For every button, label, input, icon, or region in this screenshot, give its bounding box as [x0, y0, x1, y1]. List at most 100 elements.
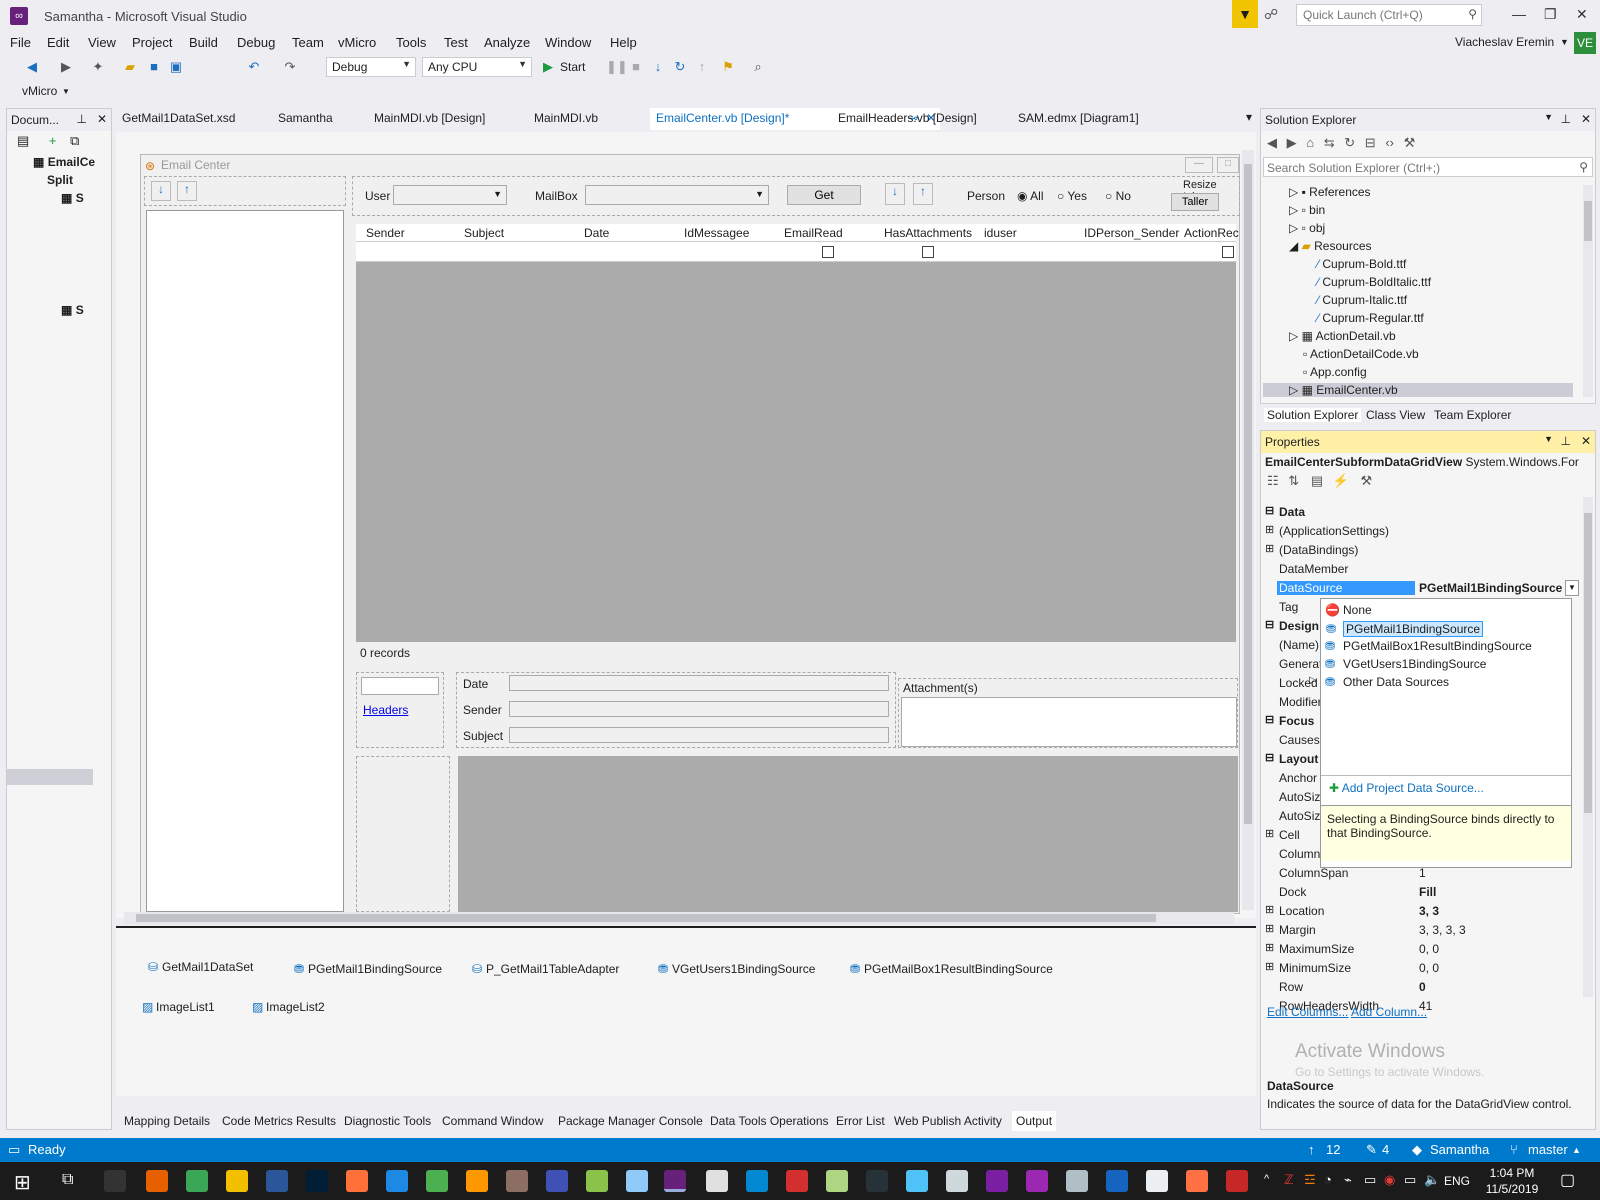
- column-header[interactable]: HasAttachments: [884, 226, 972, 240]
- column-header[interactable]: Sender: [366, 226, 405, 240]
- property-value[interactable]: 0, 0: [1419, 942, 1439, 956]
- arrow-up-icon[interactable]: ↑: [1308, 1142, 1315, 1157]
- configuration-select[interactable]: Debug ▼: [326, 57, 416, 77]
- close-icon[interactable]: ✕: [97, 112, 107, 126]
- radio-no[interactable]: ○ No: [1105, 189, 1131, 203]
- tree-item[interactable]: ⁄ Cuprum-Regular.ttf: [1317, 311, 1424, 325]
- app-icon[interactable]: [1186, 1170, 1208, 1192]
- volume-icon[interactable]: 🔈: [1424, 1172, 1440, 1188]
- form-minimize-button[interactable]: —: [1185, 157, 1213, 173]
- chevron-down-icon[interactable]: ▼: [1544, 434, 1553, 444]
- datasource-dropdown[interactable]: ⛔ None ⛃ PGetMail1BindingSource ⛃ PGetMailB…: [1309, 598, 1572, 868]
- new-project-icon[interactable]: ✦: [90, 59, 106, 75]
- categorized-icon[interactable]: ☷: [1267, 473, 1279, 488]
- tree-item[interactable]: ⁄ Cuprum-Italic.ttf: [1317, 293, 1407, 307]
- expand-icon[interactable]: ⊞: [1265, 903, 1274, 916]
- collapse-icon[interactable]: ⊟: [1265, 504, 1274, 517]
- sender-field[interactable]: [509, 701, 889, 717]
- property-row[interactable]: ⊞ MinimumSize 0, 0: [1261, 959, 1581, 978]
- save-all-icon[interactable]: ▣: [168, 59, 184, 75]
- menu-build[interactable]: Build: [189, 35, 218, 50]
- property-row[interactable]: ⊞ (DataBindings): [1261, 541, 1581, 560]
- tab-team-explorer[interactable]: Team Explorer: [1434, 408, 1511, 422]
- stop-icon[interactable]: ■: [628, 59, 644, 75]
- option-pgetmail1bindingsource[interactable]: ⛃ PGetMail1BindingSource: [1326, 621, 1484, 637]
- outline-item[interactable]: ▦ S: [61, 303, 84, 317]
- tab-sam-edmx[interactable]: SAM.edmx [Diagram1]: [1012, 108, 1145, 130]
- add-project-data-source-link[interactable]: ✚ Add Project Data Source...: [1329, 781, 1484, 795]
- taller-button[interactable]: Taller: [1171, 193, 1219, 211]
- collapse-icon[interactable]: ⊟: [1265, 751, 1274, 764]
- repo-icon[interactable]: ◆: [1412, 1142, 1422, 1158]
- bookmark-icon[interactable]: ⚑: [720, 59, 736, 75]
- menu-analyze[interactable]: Analyze: [484, 35, 530, 50]
- file-explorer-icon[interactable]: [226, 1170, 248, 1192]
- terminal-icon[interactable]: [104, 1170, 126, 1192]
- tray-item[interactable]: ⛁ P_GetMail1TableAdapter: [472, 962, 619, 976]
- sync-icon[interactable]: ⇆: [1324, 135, 1335, 150]
- outline-item[interactable]: ▦ S: [61, 191, 84, 205]
- body-grid[interactable]: [458, 756, 1238, 912]
- platform-select[interactable]: Any CPU ▼: [422, 57, 532, 77]
- radio-all[interactable]: ◉ All: [1017, 189, 1044, 203]
- app-icon[interactable]: [426, 1170, 448, 1192]
- get-button[interactable]: Get: [787, 185, 861, 205]
- tree-item[interactable]: ▫ App.config: [1303, 365, 1367, 379]
- project-name[interactable]: Samantha: [1430, 1142, 1489, 1157]
- find-icon[interactable]: ⌕: [750, 59, 766, 75]
- collapse-icon[interactable]: ⊟: [1265, 713, 1274, 726]
- app-icon[interactable]: [1106, 1170, 1128, 1192]
- close-icon[interactable]: ✕: [1581, 434, 1591, 448]
- mailbox-select[interactable]: ▼: [585, 185, 769, 205]
- app-icon[interactable]: [466, 1170, 488, 1192]
- radio-yes[interactable]: ○ Yes: [1057, 189, 1087, 203]
- vmicro-dropdown[interactable]: vMicro: [22, 84, 57, 98]
- menu-project[interactable]: Project: [132, 35, 172, 50]
- monitor-icon[interactable]: ▭: [1404, 1172, 1416, 1188]
- chrome-icon[interactable]: [186, 1170, 208, 1192]
- visual-studio-icon[interactable]: [664, 1170, 686, 1192]
- property-value[interactable]: Fill: [1419, 885, 1436, 899]
- refresh-icon[interactable]: ↻: [1344, 135, 1355, 150]
- option-pgetmailbox1resultbindingsource[interactable]: ⛃ PGetMailBox1ResultBindingSource: [1325, 639, 1532, 653]
- tab-output[interactable]: Output: [1012, 1111, 1057, 1131]
- object-selector[interactable]: EmailCenterSubformDataGridView System.Wi…: [1265, 455, 1591, 469]
- property-row[interactable]: ⊞ Margin 3, 3, 3, 3: [1261, 921, 1581, 940]
- tab-web-publish[interactable]: Web Publish Activity: [894, 1114, 1002, 1128]
- solution-search-input[interactable]: Search Solution Explorer (Ctrl+;) ⚲: [1263, 157, 1593, 177]
- code-icon[interactable]: ‹›: [1385, 135, 1394, 150]
- vertical-scrollbar[interactable]: [1583, 497, 1593, 997]
- column-header[interactable]: ActionRec: [1184, 226, 1239, 240]
- column-header[interactable]: EmailRead: [784, 226, 843, 240]
- tray-app-icon[interactable]: ℤ: [1284, 1172, 1294, 1188]
- search-icon[interactable]: ⚲: [1468, 7, 1477, 21]
- menu-vmicro[interactable]: vMicro: [338, 35, 376, 50]
- app-icon[interactable]: [266, 1170, 288, 1192]
- tree-item[interactable]: ◢ ▰ Resources: [1289, 239, 1372, 253]
- task-view-icon[interactable]: ⧉: [62, 1171, 73, 1189]
- pin-icon[interactable]: ⊥: [77, 112, 87, 126]
- tray-item[interactable]: ⛃ PGetMail1BindingSource: [294, 962, 442, 976]
- tab-diagnostic-tools[interactable]: Diagnostic Tools: [344, 1114, 431, 1128]
- property-row[interactable]: Dock Fill: [1261, 883, 1581, 902]
- form-maximize-button[interactable]: □: [1217, 157, 1239, 173]
- app-icon[interactable]: [546, 1170, 568, 1192]
- app-icon[interactable]: [506, 1170, 528, 1192]
- close-button[interactable]: ✕: [1576, 6, 1588, 23]
- expand-icon[interactable]: ⊞: [1265, 827, 1274, 840]
- emailread-checkbox[interactable]: [822, 246, 834, 258]
- opera-icon[interactable]: [786, 1170, 808, 1192]
- tab-data-tools[interactable]: Data Tools Operations: [710, 1114, 829, 1128]
- tray-app-icon[interactable]: ◉: [1384, 1172, 1395, 1188]
- headers-link[interactable]: Headers: [363, 703, 408, 717]
- app-icon[interactable]: [586, 1170, 608, 1192]
- collapse-icon[interactable]: ⊟: [1265, 618, 1274, 631]
- tab-package-manager[interactable]: Package Manager Console: [558, 1114, 703, 1128]
- menu-file[interactable]: File: [10, 35, 31, 50]
- outline-item[interactable]: ▦ EmailCe: [33, 155, 95, 169]
- tree-item[interactable]: ▷ ▪ References: [1289, 185, 1371, 199]
- tray-app-icon[interactable]: ☲: [1304, 1172, 1316, 1188]
- arrow-up-icon[interactable]: ↑: [913, 183, 933, 205]
- wrench-icon[interactable]: ⚒: [1404, 135, 1416, 150]
- visual-studio-icon[interactable]: [1026, 1170, 1048, 1192]
